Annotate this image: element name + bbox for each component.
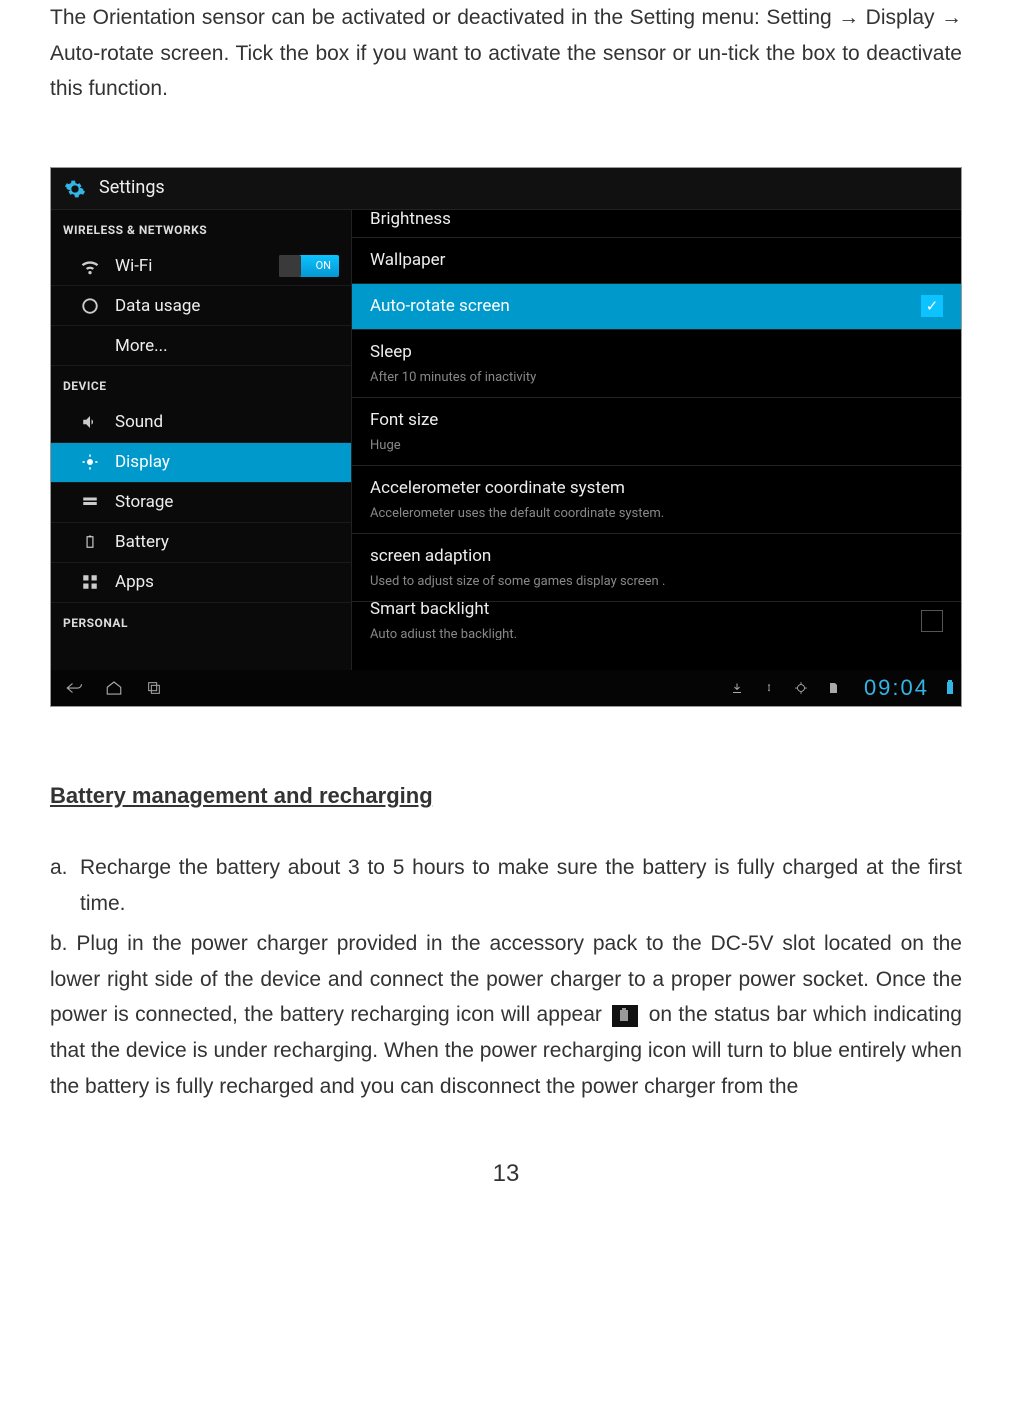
sound-icon [79, 411, 101, 433]
list-marker: a. [50, 850, 80, 921]
display-icon [79, 451, 101, 473]
row-title: Brightness [370, 210, 943, 234]
sidebar-section-wireless: WIRELESS & NETWORKS [51, 210, 351, 246]
settings-title: Settings [99, 173, 165, 204]
sidebar-item-label: Wi-Fi [115, 252, 152, 281]
status-battery-icon [947, 682, 953, 694]
apps-icon [79, 571, 101, 593]
sidebar-item-label: Battery [115, 528, 169, 557]
sidebar-item-battery[interactable]: Battery [51, 523, 351, 563]
list-marker: b. [50, 932, 68, 955]
row-wallpaper[interactable]: Wallpaper [352, 238, 961, 284]
row-brightness[interactable]: Brightness [352, 210, 961, 238]
settings-gear-icon [63, 177, 87, 201]
smart-backlight-checkbox[interactable] [921, 610, 943, 632]
row-subtitle: Accelerometer uses the default coordinat… [370, 503, 943, 525]
sidebar-item-label: Sound [115, 408, 163, 437]
sidebar-item-sound[interactable]: Sound [51, 403, 351, 443]
sidebar-item-label: Apps [115, 568, 154, 597]
sidebar-item-label: Storage [115, 488, 173, 517]
wifi-toggle[interactable]: ON [279, 255, 339, 277]
system-nav-bar: 09:04 [51, 670, 961, 706]
section-heading-battery: Battery management and recharging [50, 777, 962, 814]
wifi-icon [79, 255, 101, 277]
row-subtitle: After 10 minutes of inactivity [370, 367, 943, 389]
sidebar-item-wifi[interactable]: Wi-Fi ON [51, 246, 351, 286]
list-item-a: a. Recharge the battery about 3 to 5 hou… [50, 850, 962, 921]
sidebar-item-apps[interactable]: Apps [51, 563, 351, 603]
row-title: Font size [370, 406, 943, 435]
row-title: Accelerometer coordinate system [370, 474, 943, 503]
row-subtitle: Auto adiust the backlight. [370, 624, 943, 640]
settings-sidebar: WIRELESS & NETWORKS Wi-Fi ON Data usage … [51, 210, 351, 670]
row-title: Sleep [370, 338, 943, 367]
sd-status-icon[interactable] [824, 679, 842, 697]
data-usage-icon [79, 295, 101, 317]
settings-screenshot: Settings WIRELESS & NETWORKS Wi-Fi ON Da… [50, 167, 962, 707]
sidebar-item-label: Data usage [115, 292, 200, 321]
sidebar-item-storage[interactable]: Storage [51, 483, 351, 523]
storage-icon [79, 491, 101, 513]
home-icon[interactable] [105, 679, 123, 697]
row-subtitle: Used to adjust size of some games displa… [370, 571, 943, 593]
row-title: Smart backlight [370, 602, 943, 624]
battery-icon [79, 531, 101, 553]
row-screen-adaption[interactable]: screen adaption Used to adjust size of s… [352, 534, 961, 602]
row-accelerometer[interactable]: Accelerometer coordinate system Accelero… [352, 466, 961, 534]
row-title: Auto-rotate screen [370, 292, 943, 321]
download-status-icon[interactable] [728, 679, 746, 697]
debug-status-icon[interactable] [792, 679, 810, 697]
recent-apps-icon[interactable] [145, 679, 163, 697]
sidebar-item-label: Display [115, 448, 170, 477]
page-number: 13 [50, 1154, 962, 1195]
list-item-b: b. Plug in the power charger provided in… [50, 926, 962, 1104]
intro-paragraph: The Orientation sensor can be activated … [50, 0, 962, 107]
sidebar-item-label: More... [115, 332, 168, 361]
usb-status-icon[interactable] [760, 679, 778, 697]
sidebar-item-more[interactable]: More... [51, 326, 351, 366]
settings-content: Brightness Wallpaper Auto-rotate screen … [351, 210, 961, 670]
row-auto-rotate[interactable]: Auto-rotate screen ✓ [352, 284, 961, 330]
row-sleep[interactable]: Sleep After 10 minutes of inactivity [352, 330, 961, 398]
settings-header: Settings [51, 168, 961, 210]
list-body: Recharge the battery about 3 to 5 hours … [80, 850, 962, 921]
row-font-size[interactable]: Font size Huge [352, 398, 961, 466]
battery-charging-icon [612, 1005, 638, 1027]
row-title: Wallpaper [370, 246, 943, 275]
sidebar-section-personal: PERSONAL [51, 603, 351, 639]
row-title: screen adaption [370, 542, 943, 571]
status-clock: 09:04 [864, 669, 929, 706]
sidebar-item-display[interactable]: Display [51, 443, 351, 483]
auto-rotate-checkbox[interactable]: ✓ [921, 295, 943, 317]
row-subtitle: Huge [370, 435, 943, 457]
row-smart-backlight[interactable]: Smart backlight Auto adiust the backligh… [352, 602, 961, 640]
back-icon[interactable] [65, 679, 83, 697]
sidebar-section-device: DEVICE [51, 366, 351, 402]
sidebar-item-data-usage[interactable]: Data usage [51, 286, 351, 326]
